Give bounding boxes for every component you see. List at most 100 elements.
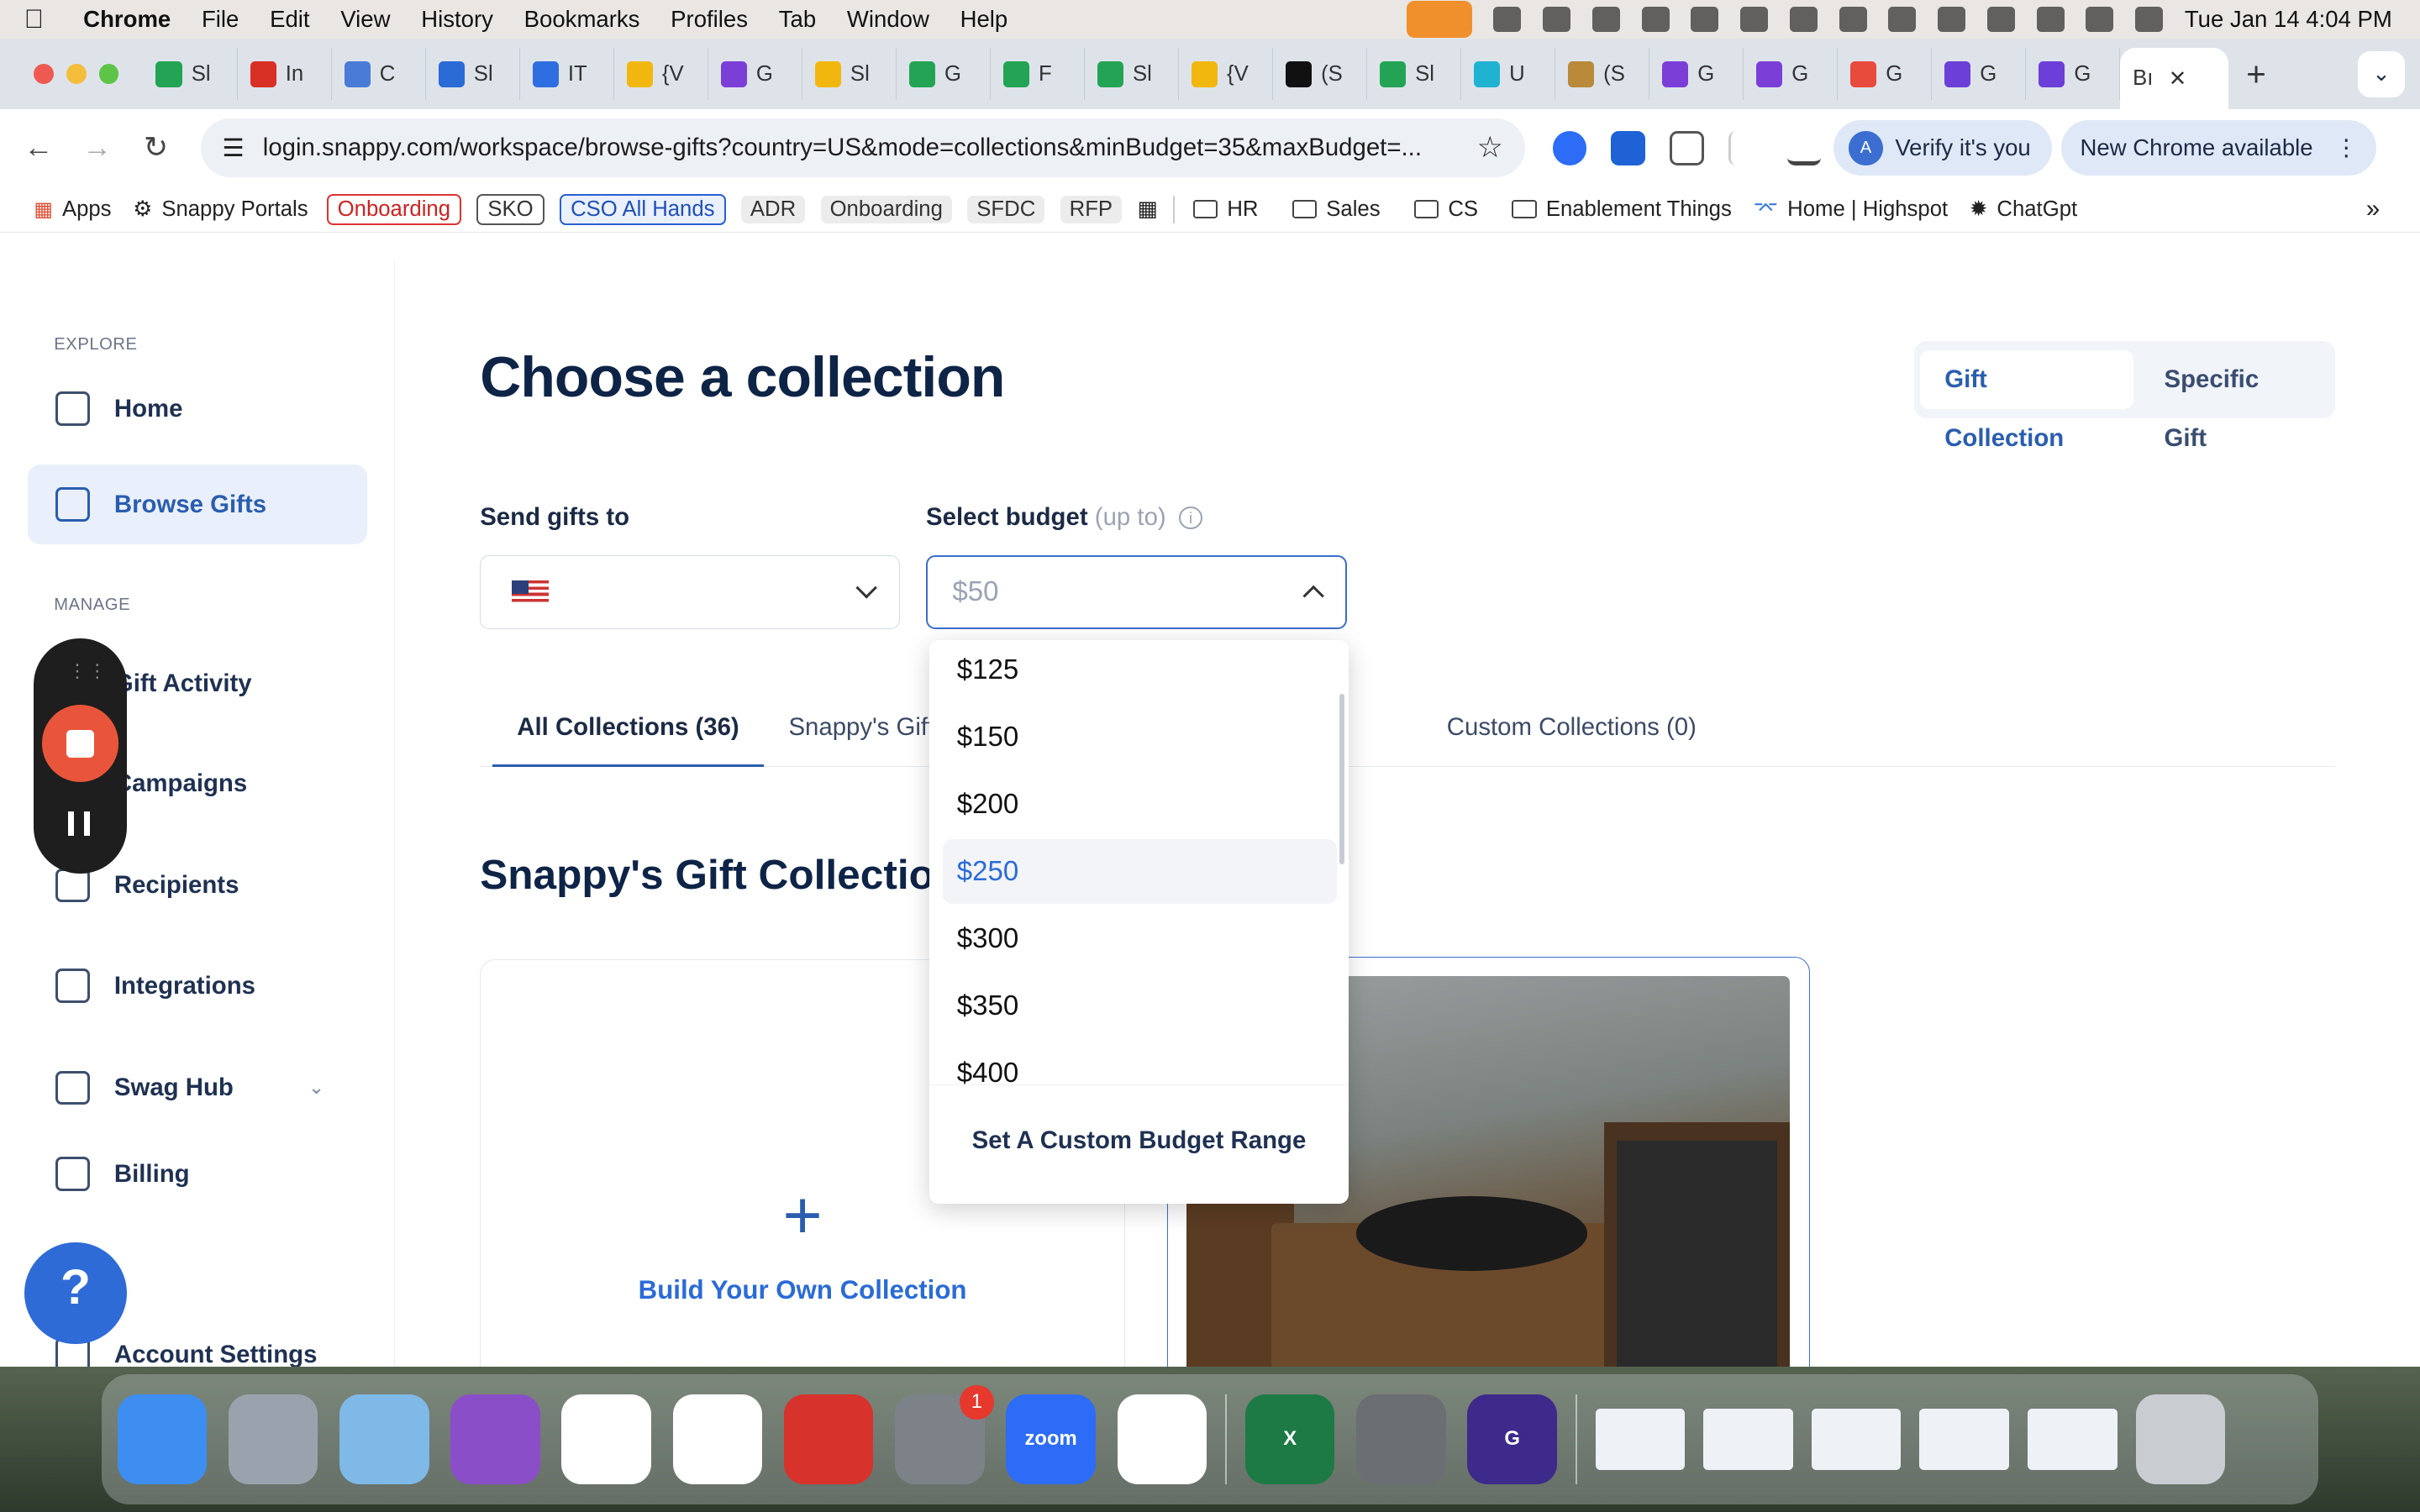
browser-tab[interactable]: G (1649, 47, 1744, 101)
browser-tab[interactable]: G (708, 47, 802, 101)
play-icon[interactable] (1888, 7, 1917, 32)
browser-tab[interactable]: Sl (426, 47, 520, 101)
budget-option[interactable]: $300 (943, 906, 1336, 971)
trash-icon[interactable] (2135, 1394, 2226, 1484)
close-tab-icon[interactable]: ✕ (2169, 66, 2187, 92)
leaf-icon[interactable] (1740, 7, 1769, 32)
minimize-window-button[interactable] (66, 64, 87, 85)
tent-icon[interactable] (1641, 7, 1670, 32)
dock-window-thumbnail[interactable] (1703, 1408, 1793, 1471)
control-center-icon[interactable] (2135, 7, 2164, 32)
browser-tab[interactable]: G (2026, 47, 2121, 101)
browser-tab[interactable]: G (1838, 47, 1933, 101)
budget-select[interactable]: $50 (926, 555, 1348, 630)
browser-tab[interactable]: (S (1555, 47, 1650, 101)
dock-window-thumbnail[interactable] (2027, 1408, 2118, 1471)
chevron-down-icon[interactable]: ⌄ (308, 1077, 324, 1099)
dock-zoom-icon[interactable]: zoom (1006, 1394, 1096, 1484)
budget-option[interactable]: $150 (943, 705, 1336, 769)
browser-tab[interactable]: U (1461, 47, 1556, 101)
search-icon[interactable] (2086, 7, 2114, 32)
menu-clock[interactable]: Tue Jan 14 4:04 PM (2185, 6, 2392, 33)
moon-icon[interactable] (1839, 7, 1867, 32)
menu-app-name[interactable]: Chrome (68, 6, 187, 33)
bookmark-highspot[interactable]: ⌤ Home | Highspot (1750, 197, 1951, 222)
budget-option[interactable]: $200 (943, 772, 1336, 837)
dock-finder-icon[interactable] (117, 1394, 208, 1484)
bookmark-folder[interactable]: Sales (1289, 197, 1383, 222)
specific-gift-toggle[interactable]: Specific Gift (2139, 350, 2328, 452)
tab-search-button[interactable]: ⌄ (2358, 50, 2405, 97)
dock-chrome-icon[interactable] (672, 1394, 763, 1484)
address-bar[interactable]: ☰ login.snappy.com/workspace/browse-gift… (200, 118, 1525, 178)
bookmark-pill[interactable]: Onboarding (820, 195, 952, 223)
dock-grammarly-icon[interactable]: G (1467, 1394, 1557, 1484)
download-icon[interactable] (1786, 131, 1822, 165)
bookmark-chatgpt[interactable]: ✹ ChatGpt (1966, 197, 2081, 222)
dock-tulip-icon[interactable] (450, 1394, 540, 1484)
menu-edit[interactable]: Edit (255, 6, 325, 33)
bookmark-pill[interactable]: Onboarding (326, 193, 462, 225)
country-select[interactable] (480, 555, 900, 630)
browser-tab[interactable]: G (1744, 47, 1839, 101)
site-info-icon[interactable]: ☰ (222, 134, 244, 163)
browser-tab[interactable]: Sl (1367, 47, 1462, 101)
budget-option[interactable]: $125 (943, 640, 1336, 701)
active-tab[interactable]: Bı ✕ (2120, 47, 2228, 110)
info-icon[interactable]: i (1179, 506, 1202, 530)
zoom-extension-icon[interactable] (1552, 131, 1587, 165)
bookmark-snappy-portals[interactable]: ⚙ Snappy Portals (130, 197, 312, 222)
zoom-window-button[interactable] (98, 64, 119, 85)
sidebar-item-integrations[interactable]: Integrations (28, 946, 367, 1026)
dock-calculator-icon[interactable] (1356, 1394, 1446, 1484)
verify-identity-button[interactable]: A Verify it's you (1833, 120, 2053, 176)
new-tab-button[interactable]: + (2228, 55, 2284, 94)
puzzle-icon[interactable] (1670, 131, 1704, 165)
bookmark-pill[interactable]: SFDC (967, 195, 1045, 223)
tab-custom-collections[interactable]: Custom Collections (0) (1422, 696, 1721, 766)
butterfly-icon[interactable] (1691, 7, 1719, 32)
bookmark-pill[interactable]: SKO (476, 193, 544, 225)
gift-collection-toggle[interactable]: Gift Collection (1919, 349, 2133, 452)
browser-tab[interactable]: G (897, 47, 992, 101)
menu-tab[interactable]: Tab (763, 6, 831, 33)
dropdown-scrollbar[interactable] (1339, 694, 1344, 864)
bookmark-folder[interactable]: HR (1190, 197, 1261, 222)
browser-tab[interactable]: C (332, 47, 426, 101)
menu-view[interactable]: View (325, 6, 406, 33)
bookmark-folder[interactable]: CS (1411, 197, 1481, 222)
browser-tab[interactable]: {V (614, 47, 708, 101)
reload-icon[interactable]: ↻ (127, 131, 186, 165)
bookmark-pill[interactable]: RFP (1060, 195, 1123, 223)
grid-bookmark-icon[interactable]: ▦ (1137, 197, 1157, 222)
pause-recording-button[interactable] (67, 811, 90, 837)
close-window-button[interactable] (34, 64, 55, 85)
browser-tab[interactable]: (S (1273, 47, 1368, 101)
help-chat-button[interactable] (24, 1242, 127, 1344)
dock-settings-icon[interactable]: 1 (895, 1385, 994, 1484)
new-chrome-available-button[interactable]: New Chrome available ⋮ (2061, 120, 2376, 176)
more-bookmarks-icon[interactable]: » (2366, 195, 2380, 223)
menu-help[interactable]: Help (944, 6, 1023, 33)
dock-dots-icon[interactable] (783, 1394, 874, 1484)
grammarly-icon[interactable] (1493, 7, 1522, 32)
tab-all-collections[interactable]: All Collections (36) (492, 696, 765, 767)
dock-window-thumbnail[interactable] (1919, 1408, 2009, 1471)
budget-option[interactable]: $250 (943, 838, 1337, 904)
sidebar-item-swag-hub[interactable]: Swag Hub ⌄ (28, 1047, 367, 1128)
sidebar-item-browse-gifts[interactable]: Browse Gifts (28, 464, 368, 545)
custom-budget-range-button[interactable]: Set A Custom Budget Range (929, 1084, 1349, 1203)
bookmark-star-icon[interactable]: ☆ (1477, 131, 1525, 165)
zoom-icon[interactable] (1543, 7, 1571, 32)
media-control-icon[interactable] (1728, 131, 1763, 165)
stop-recording-button[interactable] (41, 705, 119, 783)
s-app-icon[interactable] (1591, 7, 1620, 32)
browser-tab[interactable]: Sl (144, 47, 238, 101)
more-menu-icon[interactable]: ⋮ (2334, 134, 2358, 161)
browser-tab[interactable]: G (1932, 47, 2027, 101)
back-icon[interactable]: ← (9, 131, 68, 165)
sidebar-item-home[interactable]: Home (28, 369, 367, 449)
apple-icon[interactable]:  (0, 4, 68, 34)
microphone-icon[interactable] (1407, 0, 1472, 38)
trello-extension-icon[interactable] (1611, 131, 1645, 165)
